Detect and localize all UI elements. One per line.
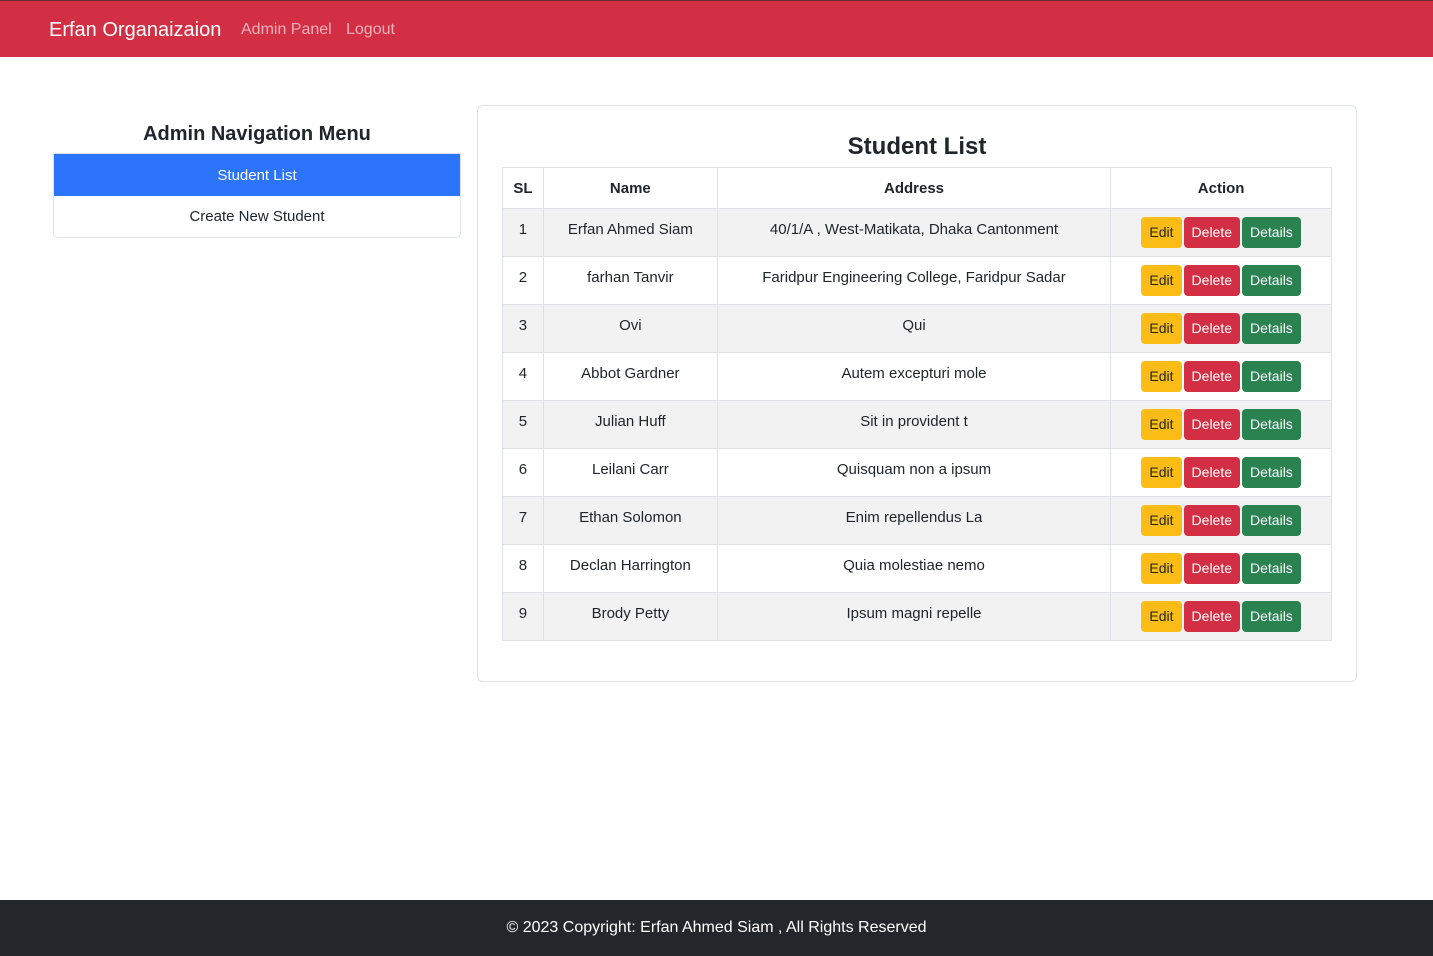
edit-button[interactable]: Edit — [1141, 505, 1182, 536]
details-button[interactable]: Details — [1242, 553, 1301, 584]
copyright-text: © 2023 Copyright: Erfan Ahmed Siam , All… — [506, 919, 927, 936]
cell-actions: Edit Delete Details — [1110, 592, 1332, 641]
cell-actions: Edit Delete Details — [1110, 448, 1332, 497]
cell-actions: Edit Delete Details — [1110, 544, 1332, 593]
sidebar-menu: Student List Create New Student — [53, 153, 461, 238]
table-row: 3 Ovi Qui Edit Delete Details — [502, 304, 1332, 353]
details-button[interactable]: Details — [1242, 217, 1301, 248]
details-button[interactable]: Details — [1242, 361, 1301, 392]
edit-button[interactable]: Edit — [1141, 553, 1182, 584]
cell-address: Qui — [716, 304, 1112, 353]
student-list-card: Student List SL Name Address Action 1 Erf… — [477, 105, 1357, 682]
cell-actions: Edit Delete Details — [1110, 496, 1332, 545]
table-row: 4 Abbot Gardner Autem excepturi mole Edit De… — [502, 352, 1332, 401]
delete-button[interactable]: Delete — [1183, 505, 1241, 536]
delete-button[interactable]: Delete — [1183, 313, 1241, 344]
nav-logout[interactable]: Logout — [346, 20, 395, 40]
cell-actions: Edit Delete Details — [1110, 352, 1332, 401]
sidebar-item-student-list[interactable]: Student List — [54, 154, 460, 196]
cell-sl: 6 — [502, 448, 544, 497]
column-header-address: Address — [716, 167, 1112, 209]
delete-button[interactable]: Delete — [1183, 553, 1241, 584]
cell-actions: Edit Delete Details — [1110, 208, 1332, 257]
table-row: 1 Erfan Ahmed Siam 40/1/A , West-Matikata,… — [502, 208, 1332, 257]
cell-address: Quisquam non a ipsum — [716, 448, 1112, 497]
brand-link[interactable]: Erfan Organaizaion — [49, 18, 221, 42]
delete-button[interactable]: Delete — [1183, 361, 1241, 392]
page-title: Student List — [847, 133, 987, 160]
details-button[interactable]: Details — [1242, 601, 1301, 632]
cell-name: Declan Harrington — [542, 544, 718, 593]
cell-name: Leilani Carr — [542, 448, 718, 497]
cell-name: Brody Petty — [542, 592, 718, 641]
nav-admin-panel[interactable]: Admin Panel — [241, 20, 332, 40]
cell-sl: 9 — [502, 592, 544, 641]
edit-button[interactable]: Edit — [1141, 265, 1182, 296]
cell-name: Julian Huff — [542, 400, 718, 449]
top-navbar: Erfan Organaizaion Admin Panel Logout — [0, 0, 1433, 57]
table-row: 8 Declan Harrington Quia molestiae nemo Edi… — [502, 544, 1332, 593]
cell-address: Ipsum magni repelle — [716, 592, 1112, 641]
cell-sl: 8 — [502, 544, 544, 593]
cell-address: Autem excepturi mole — [716, 352, 1112, 401]
cell-address: Quia molestiae nemo — [716, 544, 1112, 593]
cell-actions: Edit Delete Details — [1110, 256, 1332, 305]
column-header-action: Action — [1110, 167, 1332, 209]
sidebar-item-create-new-student[interactable]: Create New Student — [54, 196, 460, 237]
cell-address: Enim repellendus La — [716, 496, 1112, 545]
edit-button[interactable]: Edit — [1141, 457, 1182, 488]
details-button[interactable]: Details — [1242, 457, 1301, 488]
details-button[interactable]: Details — [1242, 505, 1301, 536]
cell-sl: 1 — [502, 208, 544, 257]
details-button[interactable]: Details — [1242, 313, 1301, 344]
footer: © 2023 Copyright: Erfan Ahmed Siam , All… — [0, 900, 1433, 956]
cell-name: Abbot Gardner — [542, 352, 718, 401]
edit-button[interactable]: Edit — [1141, 313, 1182, 344]
edit-button[interactable]: Edit — [1141, 217, 1182, 248]
cell-sl: 2 — [502, 256, 544, 305]
edit-button[interactable]: Edit — [1141, 361, 1182, 392]
details-button[interactable]: Details — [1242, 409, 1301, 440]
cell-sl: 7 — [502, 496, 544, 545]
column-header-sl: SL — [502, 167, 544, 209]
delete-button[interactable]: Delete — [1183, 265, 1241, 296]
cell-address: Faridpur Engineering College, Faridpur S… — [716, 256, 1112, 305]
edit-button[interactable]: Edit — [1141, 601, 1182, 632]
student-table: SL Name Address Action 1 Erfan Ahmed Siam… — [502, 167, 1332, 641]
table-row: 7 Ethan Solomon Enim repellendus La Edit Del… — [502, 496, 1332, 545]
cell-name: Ethan Solomon — [542, 496, 718, 545]
cell-name: Ovi — [542, 304, 718, 353]
delete-button[interactable]: Delete — [1183, 409, 1241, 440]
cell-sl: 5 — [502, 400, 544, 449]
cell-name: farhan Tanvir — [542, 256, 718, 305]
table-row: 5 Julian Huff Sit in provident t Edit Delete… — [502, 400, 1332, 449]
edit-button[interactable]: Edit — [1141, 409, 1182, 440]
table-body: 1 Erfan Ahmed Siam 40/1/A , West-Matikata,… — [502, 208, 1332, 641]
table-row: 2 farhan Tanvir Faridpur Engineering Colle… — [502, 256, 1332, 305]
delete-button[interactable]: Delete — [1183, 601, 1241, 632]
details-button[interactable]: Details — [1242, 265, 1301, 296]
cell-actions: Edit Delete Details — [1110, 400, 1332, 449]
table-row: 6 Leilani Carr Quisquam non a ipsum Edit Del… — [502, 448, 1332, 497]
cell-address: Sit in provident t — [716, 400, 1112, 449]
delete-button[interactable]: Delete — [1183, 457, 1241, 488]
table-row: 9 Brody Petty Ipsum magni repelle Edit Delet… — [502, 592, 1332, 641]
delete-button[interactable]: Delete — [1183, 217, 1241, 248]
cell-sl: 3 — [502, 304, 544, 353]
cell-sl: 4 — [502, 352, 544, 401]
cell-name: Erfan Ahmed Siam — [542, 208, 718, 257]
column-header-name: Name — [542, 167, 718, 209]
admin-sidebar: Admin Navigation Menu Student List Creat… — [53, 116, 461, 238]
cell-address: 40/1/A , West-Matikata, Dhaka Cantonment — [716, 208, 1112, 257]
table-header-row: SL Name Address Action — [502, 167, 1332, 209]
sidebar-title: Admin Navigation Menu — [143, 123, 371, 145]
cell-actions: Edit Delete Details — [1110, 304, 1332, 353]
